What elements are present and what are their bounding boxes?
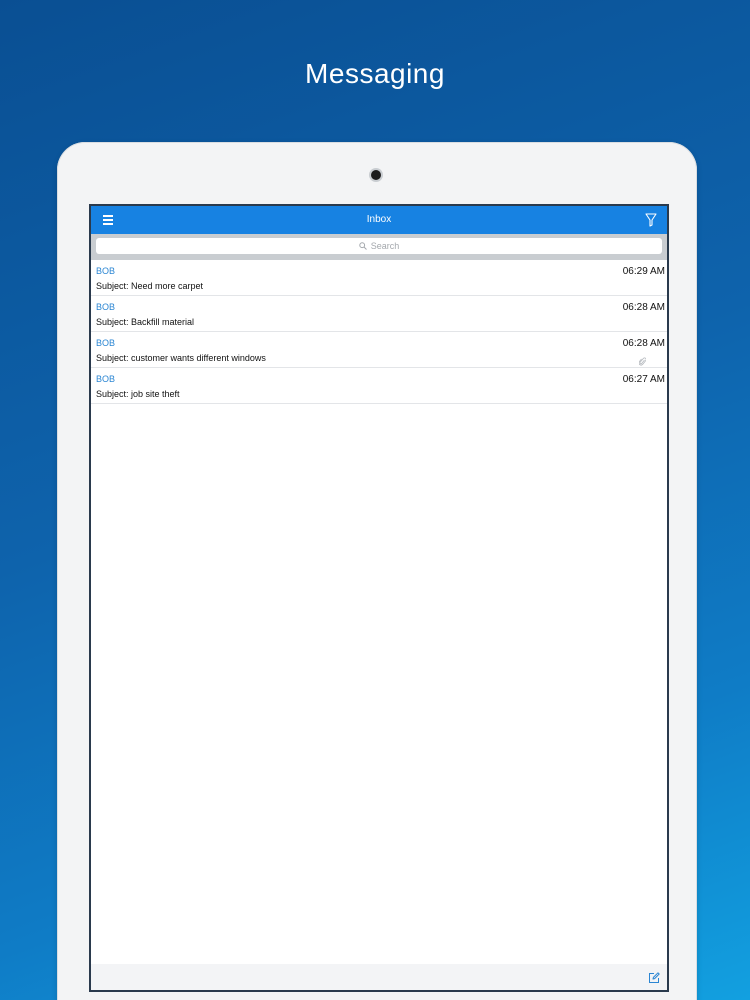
message-row[interactable]: BOB Subject: Need more carpet 06:29 AM xyxy=(91,260,667,296)
message-time: 06:27 AM xyxy=(622,374,665,385)
message-subject: Subject: customer wants different window… xyxy=(96,353,266,363)
message-row[interactable]: BOB Subject: job site theft 06:27 AM xyxy=(91,368,667,404)
message-row[interactable]: BOB Subject: Backfill material 06:28 AM xyxy=(91,296,667,332)
compose-icon[interactable] xyxy=(648,971,660,983)
bottom-toolbar xyxy=(91,964,667,990)
filter-funnel-icon[interactable] xyxy=(645,213,657,227)
message-row[interactable]: BOB Subject: customer wants different wi… xyxy=(91,332,667,368)
search-input[interactable]: Search xyxy=(96,238,662,254)
promo-title: Messaging xyxy=(305,58,445,89)
message-sender: BOB xyxy=(96,302,116,312)
search-placeholder: Search xyxy=(370,241,400,251)
message-sender: BOB xyxy=(96,266,116,276)
app-screen: Inbox Search BOB Subject: Need more carp… xyxy=(89,204,669,992)
message-time: 06:29 AM xyxy=(622,266,665,277)
message-subject: Subject: job site theft xyxy=(96,389,180,399)
camera-dot xyxy=(371,170,381,180)
search-icon xyxy=(359,239,367,255)
search-bar: Search xyxy=(91,234,667,260)
message-sender: BOB xyxy=(96,374,116,384)
page-title: Inbox xyxy=(366,214,392,225)
paperclip-icon xyxy=(638,354,647,366)
message-subject: Subject: Need more carpet xyxy=(96,281,204,291)
message-time: 06:28 AM xyxy=(622,338,665,349)
message-list: BOB Subject: Need more carpet 06:29 AM B… xyxy=(91,260,667,404)
message-subject: Subject: Backfill material xyxy=(96,317,195,327)
tablet-frame: Inbox Search BOB Subject: Need more carp… xyxy=(57,142,697,1000)
message-sender: BOB xyxy=(96,338,116,348)
nav-bar: Inbox xyxy=(91,206,667,234)
message-time: 06:28 AM xyxy=(622,302,665,313)
